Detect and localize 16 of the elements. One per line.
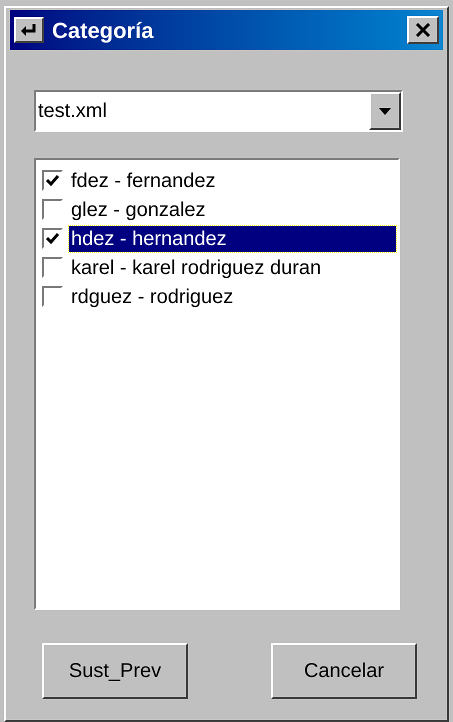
dialog-button[interactable]: Sust_Prev [42,643,188,699]
dialog-button[interactable]: Cancelar [271,643,417,699]
check-icon [46,233,59,244]
close-icon [415,23,431,37]
list-item[interactable]: glez - gonzalez [69,196,208,222]
list-item[interactable]: karel - karel rodriguez duran [69,254,324,280]
check-icon [46,175,59,186]
file-dropdown[interactable]: test.xml [34,90,403,132]
close-button[interactable] [407,16,439,44]
list-item[interactable]: rdguez - rodriguez [69,284,236,310]
list-item[interactable]: fdez - fernandez [69,168,218,194]
caret-icon [379,108,391,114]
dropdown-value: test.xml [37,99,108,124]
window-title: Categoría [52,16,155,45]
dropdown-arrow-button[interactable] [369,92,401,130]
list-item[interactable]: hdez - hernandez [69,226,396,252]
